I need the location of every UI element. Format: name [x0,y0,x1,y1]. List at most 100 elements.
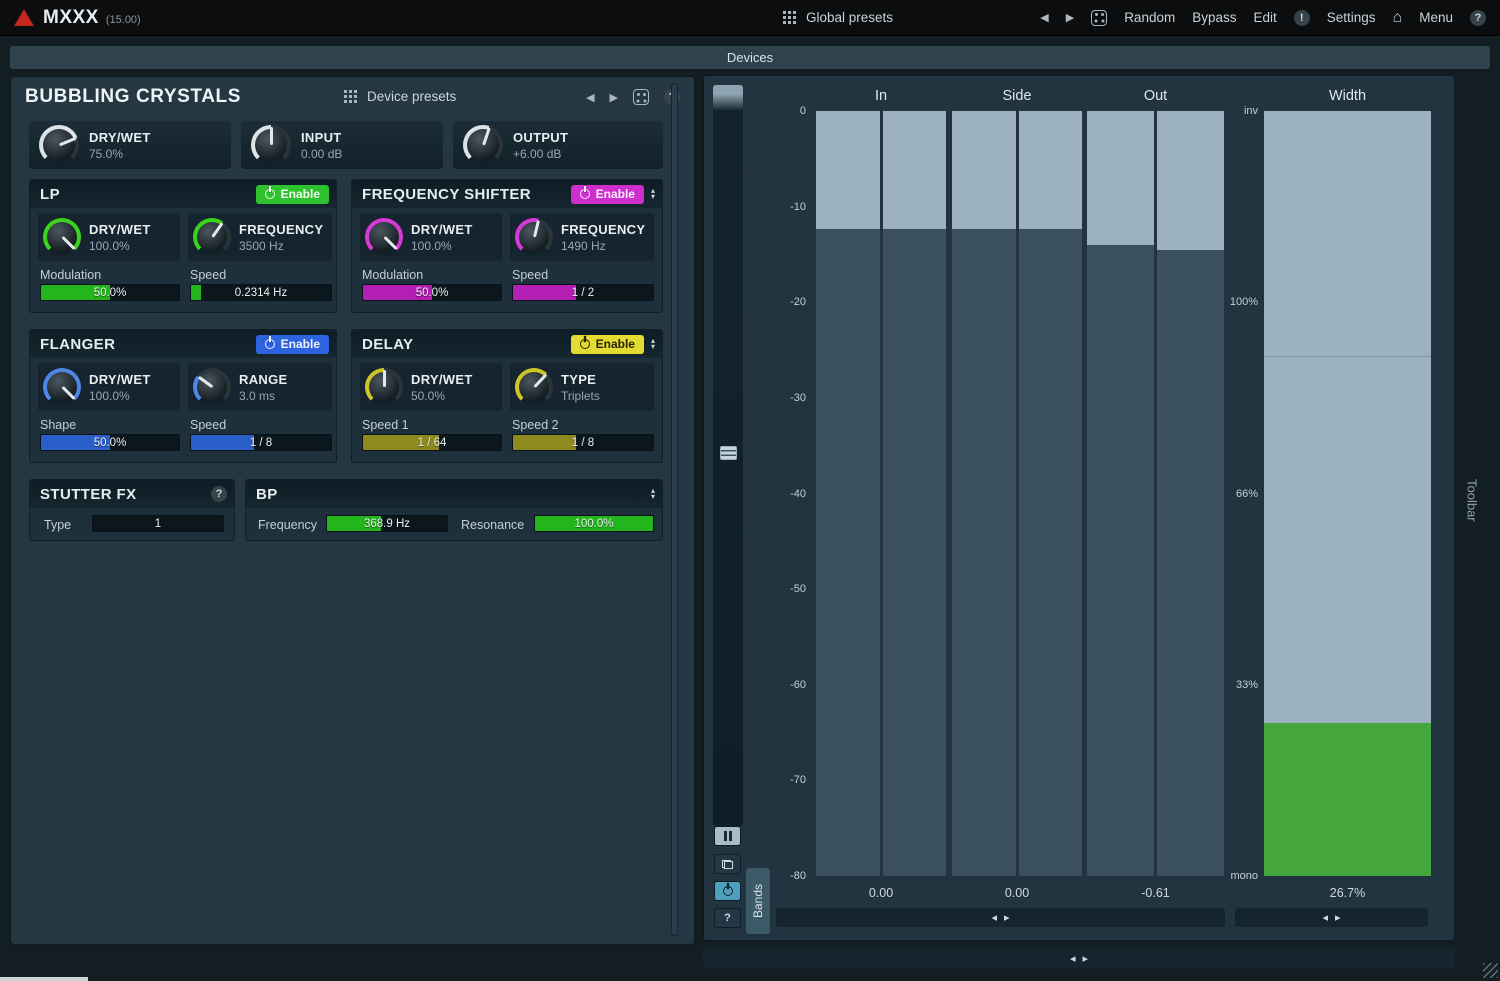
resize-grip[interactable] [1483,963,1498,978]
slider-label: Speed 2 [512,418,559,432]
next-device-preset-icon[interactable]: ▶ [610,91,618,104]
scroll-right-icon[interactable]: ▸ [1335,911,1341,924]
speed-slider[interactable]: 1 / 2 [512,284,654,301]
frequency-knob[interactable] [193,218,231,256]
frequency-knob[interactable] [515,218,553,256]
power-icon [265,189,275,199]
pause-button[interactable] [714,826,741,846]
slider-label: Frequency [258,518,317,532]
random-dice-icon[interactable] [1091,10,1107,26]
modulation-slider[interactable]: 50.0% [40,284,180,301]
slider-label: Speed [190,418,226,432]
range-knob[interactable] [193,368,231,406]
meter-width [1264,111,1431,876]
slider-label: Resonance [461,518,524,532]
help-icon: ? [724,912,731,924]
tab-devices[interactable]: Devices [10,46,1490,69]
meter-in [816,111,946,876]
knob-box: FREQUENCY 1490 Hz [510,213,654,261]
master-input: INPUT 0.00 dB [241,121,443,169]
meter-power-button[interactable] [714,881,741,901]
speed-1-slider[interactable]: 1 / 64 [362,434,502,451]
enable-button[interactable]: Enable [256,185,329,204]
meter-value-out: -0.61 [1087,886,1224,900]
module-title: LP [40,186,256,203]
resonance-slider[interactable]: 100.0% [534,515,654,532]
devices-tab-label: Devices [727,50,773,65]
master-output: OUTPUT +6.00 dB [453,121,663,169]
mxxx-window: MXXX (15.00) Global presets ◀ ▶ Random B… [0,0,1500,981]
home-icon[interactable]: ⌂ [1393,9,1403,27]
power-icon [580,189,590,199]
width-scrollbar[interactable]: ◂ ▸ [1235,908,1428,927]
grid-icon [343,89,358,104]
prev-preset-icon[interactable]: ◀ [1040,11,1048,24]
scroll-left-icon[interactable]: ◂ [1070,952,1076,965]
dry-wet-knob[interactable] [43,368,81,406]
enable-button[interactable]: Enable [256,335,329,354]
next-preset-icon[interactable]: ▶ [1066,11,1074,24]
prev-device-preset-icon[interactable]: ◀ [586,91,594,104]
scroll-right-icon[interactable]: ▸ [1004,911,1010,924]
meters-scrollbar[interactable]: ◂ ▸ [776,908,1225,927]
modulation-slider[interactable]: 50.0% [362,284,502,301]
module-reorder-spinner[interactable]: ▴▾ [651,338,655,350]
frequency-slider[interactable]: 368.9 Hz [326,515,448,532]
grid-icon [782,10,797,25]
random-button[interactable]: Random [1124,10,1175,25]
help-icon[interactable]: ? [211,486,227,502]
module-reorder-spinner[interactable]: ▴▾ [651,488,655,500]
meter-out [1087,111,1224,876]
dry-wet-knob[interactable] [43,218,81,256]
module-header: STUTTER FX ? [30,480,234,508]
enable-button[interactable]: Enable [571,185,644,204]
module-header: BP ▴▾ [246,480,662,508]
dry-wet-knob[interactable] [365,218,403,256]
knob-label: DRY/WET [89,130,151,145]
module-lp: LP Enable DRY/WET 100.0% FREQUENCY 3500 … [29,179,337,313]
pause-icon [724,831,732,841]
meter-value-width: 26.7% [1264,886,1431,900]
global-presets-button[interactable]: Global presets [806,10,893,25]
speed-2-slider[interactable]: 1 / 8 [512,434,654,451]
device-presets-button[interactable]: Device presets [367,89,456,104]
tab-toolbar[interactable]: Toolbar [1460,450,1484,550]
app-version: (15.00) [106,14,141,26]
meter-help-button[interactable]: ? [714,908,741,928]
scroll-right-icon[interactable]: ▸ [1083,952,1089,965]
knob-box: DRY/WET 100.0% [38,213,180,261]
bypass-button[interactable]: Bypass [1192,10,1236,25]
module-delay: DELAY Enable ▴▾ DRY/WET 50.0% [351,329,663,463]
module-title: FREQUENCY SHIFTER [362,186,571,203]
layout-button[interactable] [714,854,741,874]
db-scale: 0-10-20 -30-40-50 -60-70-80 [762,105,806,882]
input-gain-knob[interactable] [251,125,291,165]
slider-label: Speed 1 [362,418,409,432]
device-panel-scrollbar[interactable] [671,83,678,936]
scroll-left-icon[interactable]: ◂ [1322,911,1328,924]
knob-box: DRY/WET 100.0% [360,213,502,261]
width-scale: inv100% 66%33% mono [1212,105,1258,882]
scroll-left-icon[interactable]: ◂ [991,911,997,924]
settings-button[interactable]: Settings [1327,10,1376,25]
shape-slider[interactable]: 50.0% [40,434,180,451]
speed-slider[interactable]: 0.2314 Hz [190,284,332,301]
type-knob[interactable] [515,368,553,406]
meter-header-in: In [816,88,946,104]
alert-icon[interactable]: ! [1294,10,1310,26]
edit-button[interactable]: Edit [1254,10,1277,25]
random-dice-icon[interactable] [633,89,649,105]
type-slider[interactable]: 1 [92,515,224,532]
enable-button[interactable]: Enable [571,335,644,354]
menu-button[interactable]: Menu [1419,10,1453,25]
power-icon [265,339,275,349]
bottom-scrollbar[interactable]: ◂ ▸ [703,948,1455,968]
dry-wet-knob[interactable] [39,125,79,165]
meter-panel: ? Bands In Side Out Width 0-10-20 -30-40… [703,75,1455,941]
meter-table-icon[interactable] [720,446,737,460]
dry-wet-knob[interactable] [365,368,403,406]
speed-slider[interactable]: 1 / 8 [190,434,332,451]
module-reorder-spinner[interactable]: ▴▾ [651,188,655,200]
output-gain-knob[interactable] [463,125,503,165]
help-icon[interactable]: ? [1470,10,1486,26]
